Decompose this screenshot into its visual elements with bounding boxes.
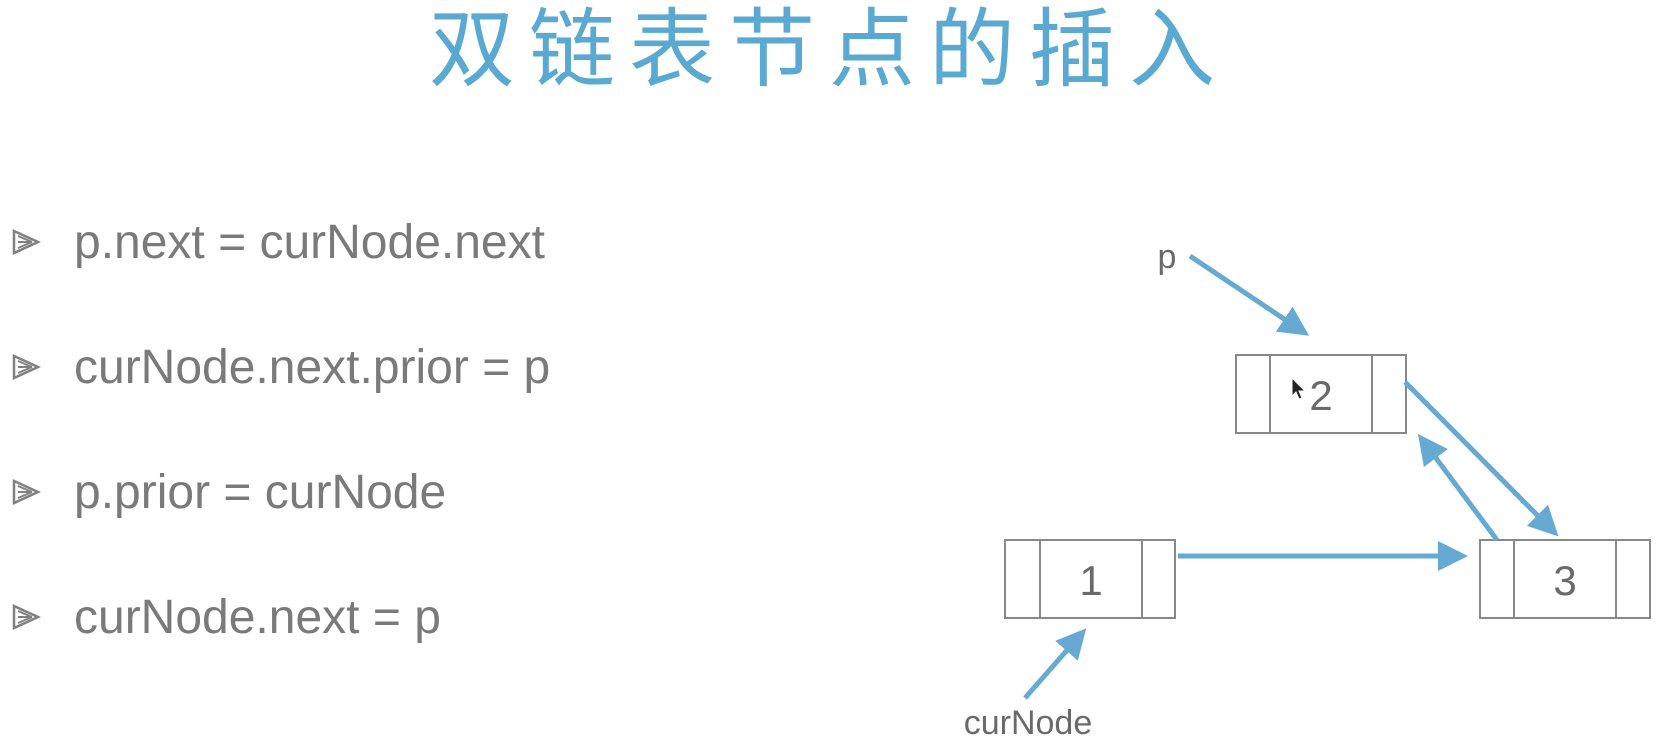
node-2: 2 bbox=[1235, 354, 1407, 434]
node-1: 1 bbox=[1004, 539, 1176, 619]
node-3: 3 bbox=[1479, 539, 1651, 619]
node-2-next-arrow bbox=[1403, 380, 1559, 537]
p-to-node-2-arrow bbox=[1188, 253, 1310, 336]
node-1-label: 1 bbox=[1079, 557, 1102, 604]
curnode-pointer-label: curNode bbox=[964, 704, 1093, 742]
p-pointer-label: p bbox=[1158, 238, 1177, 276]
node-2-label: 2 bbox=[1309, 372, 1332, 419]
curnode-to-node-1-arrow bbox=[1023, 628, 1087, 700]
node-3-prior-arrow bbox=[1418, 433, 1500, 542]
node-3-label: 3 bbox=[1553, 557, 1576, 604]
linked-list-diagram: 1 2 3 p curNode bbox=[964, 238, 1651, 742]
